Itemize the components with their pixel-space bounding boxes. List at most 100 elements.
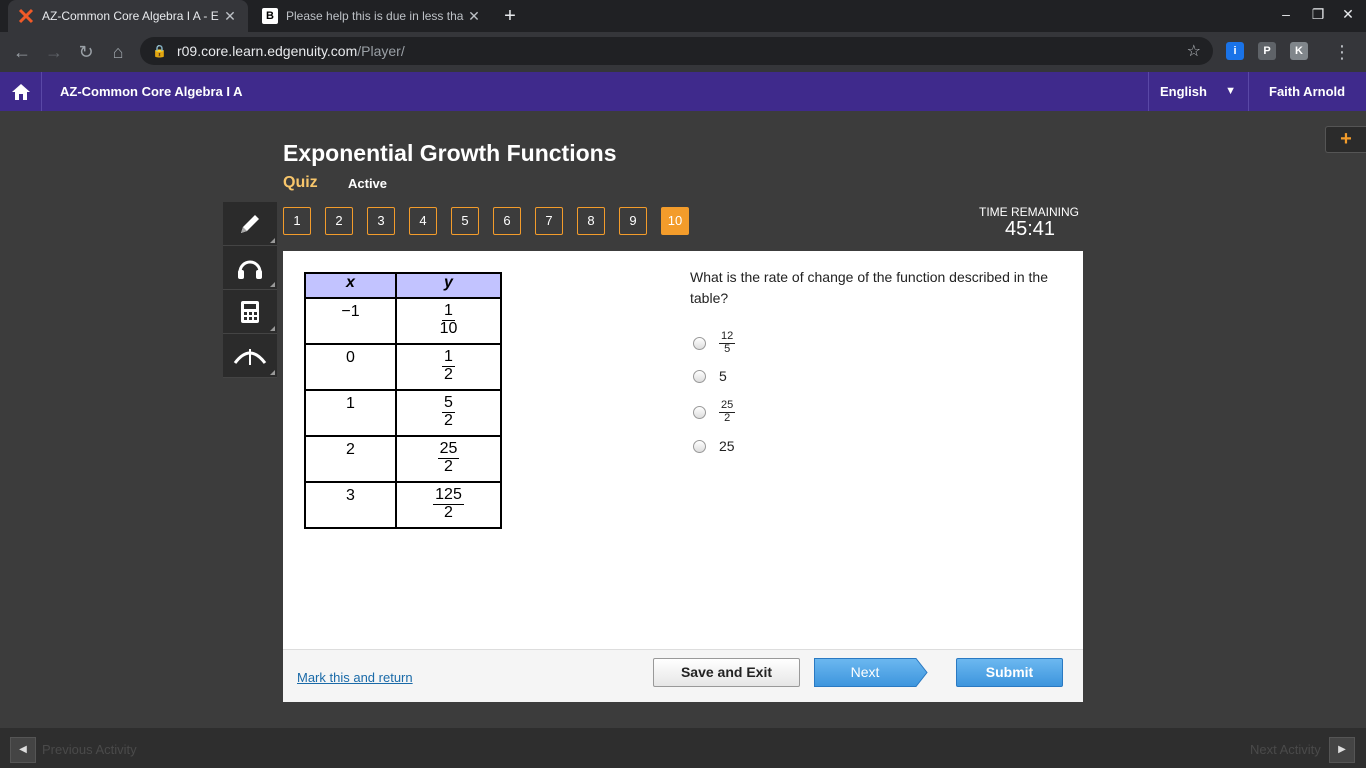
question-nav: 1 2 3 4 5 6 7 8 9 10 [283, 207, 689, 235]
new-tab-icon[interactable]: + [498, 4, 522, 28]
reference-tool[interactable] [223, 334, 277, 378]
extension-p-icon[interactable]: P [1258, 42, 1276, 60]
url-host: r09.core.learn.edgenuity.com [176, 43, 358, 59]
table-cell-y: 25 2 [395, 435, 502, 483]
table-row: 0 12 [304, 343, 502, 391]
answer-option-a[interactable]: 12 5 [693, 330, 736, 355]
fraction-numerator: 25 [437, 440, 460, 459]
headphones-tool[interactable] [223, 246, 277, 290]
answer-option-c[interactable]: 25 2 [693, 399, 736, 424]
close-icon[interactable]: ✕ [222, 8, 238, 25]
question-button-6[interactable]: 6 [493, 207, 521, 235]
table-row: 3 125 2 [304, 481, 502, 529]
minimize-icon[interactable]: – [1276, 6, 1296, 22]
next-activity-button[interactable]: ▶ [1329, 737, 1355, 763]
tool-panel [223, 202, 277, 378]
fraction-numerator: 125 [433, 486, 464, 505]
previous-activity-button[interactable]: ◀ [10, 737, 36, 763]
question-button-10[interactable]: 10 [661, 207, 689, 235]
previous-activity-label: Previous Activity [42, 742, 137, 757]
fraction-denominator: 2 [444, 457, 453, 475]
tab-title: AZ-Common Core Algebra I A - E [42, 9, 219, 23]
tab-course[interactable]: AZ-Common Core Algebra I A - E ✕ [8, 0, 248, 32]
question-button-8[interactable]: 8 [577, 207, 605, 235]
table-row: 1 52 [304, 389, 502, 437]
tab-title: Please help this is due in less tha [286, 9, 464, 23]
back-icon[interactable]: ← [10, 40, 34, 64]
table-cell-x: −1 [304, 297, 397, 345]
tab-brainly[interactable]: B Please help this is due in less tha ✕ [252, 0, 492, 32]
table-row: 2 25 2 [304, 435, 502, 483]
calculator-icon [241, 300, 259, 323]
pencil-tool[interactable] [223, 202, 277, 246]
question-text: What is the rate of change of the functi… [690, 269, 1048, 306]
question-button-7[interactable]: 7 [535, 207, 563, 235]
language-select[interactable]: English ▼ [1148, 72, 1248, 111]
close-window-icon[interactable]: ✕ [1338, 6, 1358, 23]
radio-button[interactable] [693, 369, 706, 383]
browser-tab-bar: AZ-Common Core Algebra I A - E ✕ B Pleas… [0, 0, 1366, 32]
address-bar[interactable]: 🔒 r09.core.learn.edgenuity.com/Player/ ☆ [140, 37, 1213, 65]
pencil-icon [241, 214, 259, 233]
extension-info-icon[interactable]: i [1226, 42, 1244, 60]
table-header-x: x [304, 272, 397, 299]
next-button-label: Next [850, 664, 880, 680]
url-path: /Player/ [357, 43, 405, 59]
question-button-2[interactable]: 2 [325, 207, 353, 235]
table-cell-x: 0 [304, 343, 397, 391]
question-footer: Mark this and return Save and Exit Next … [283, 649, 1083, 702]
radio-button[interactable] [693, 439, 706, 453]
value-table: x y −1 1 10 0 12 1 52 2 25 2 3 125 2 [304, 272, 502, 529]
fraction-numerator: 12 [719, 330, 736, 344]
bookmark-star-icon[interactable]: ☆ [1187, 41, 1201, 61]
activity-nav-bar: ◀ Previous Activity Next Activity ▶ [0, 728, 1366, 768]
next-button[interactable]: Next [814, 658, 928, 687]
answer-option-d[interactable]: 25 [693, 438, 735, 454]
fraction-denominator: 2 [724, 411, 731, 424]
question-content: x y −1 1 10 0 12 1 52 2 25 2 3 125 2 What i… [283, 251, 1083, 649]
table-cell-y: 125 2 [395, 481, 502, 529]
restore-icon[interactable]: ❐ [1308, 6, 1328, 23]
option-fraction: 12 5 [719, 330, 736, 355]
option-fraction: 25 2 [719, 399, 736, 424]
fraction-denominator: 5 [724, 342, 731, 355]
fraction-denominator: 2 [444, 411, 453, 429]
activity-title: Exponential Growth Functions [283, 140, 617, 166]
radio-button[interactable] [693, 405, 706, 419]
question-button-1[interactable]: 1 [283, 207, 311, 235]
timer-value: 45:41 [1005, 218, 1056, 240]
forward-icon[interactable]: → [42, 40, 66, 64]
save-and-exit-button[interactable]: Save and Exit [653, 658, 800, 687]
fraction-numerator: 5 [442, 394, 455, 413]
close-icon[interactable]: ✕ [466, 8, 482, 25]
question-button-4[interactable]: 4 [409, 207, 437, 235]
answer-option-b[interactable]: 5 [693, 368, 727, 384]
home-button[interactable] [0, 72, 42, 111]
plus-icon[interactable]: + [1325, 126, 1366, 153]
radio-button[interactable] [693, 336, 706, 350]
next-activity-label: Next Activity [1250, 742, 1321, 757]
question-button-5[interactable]: 5 [451, 207, 479, 235]
option-text: 5 [719, 368, 727, 384]
table-row: −1 1 10 [304, 297, 502, 345]
fraction-denominator: 2 [444, 365, 453, 383]
chevron-down-icon: ▼ [1225, 85, 1236, 97]
option-text: 25 [719, 438, 735, 454]
activity-type: Quiz [283, 174, 318, 191]
mark-and-return-link[interactable]: Mark this and return [297, 670, 413, 685]
user-name[interactable]: Faith Arnold [1248, 72, 1366, 111]
chrome-menu-icon[interactable]: ⋮ [1330, 40, 1354, 64]
table-cell-x: 2 [304, 435, 397, 483]
submit-button[interactable]: Submit [956, 658, 1063, 687]
extension-k-icon[interactable]: K [1290, 42, 1308, 60]
reload-icon[interactable]: ↻ [74, 40, 98, 64]
table-cell-y: 12 [395, 343, 502, 391]
table-cell-x: 1 [304, 389, 397, 437]
calculator-tool[interactable] [223, 290, 277, 334]
home-icon[interactable]: ⌂ [106, 40, 130, 64]
question-button-3[interactable]: 3 [367, 207, 395, 235]
reference-icon [233, 348, 267, 365]
lock-icon: 🔒 [152, 44, 167, 58]
table-cell-x: 3 [304, 481, 397, 529]
question-button-9[interactable]: 9 [619, 207, 647, 235]
